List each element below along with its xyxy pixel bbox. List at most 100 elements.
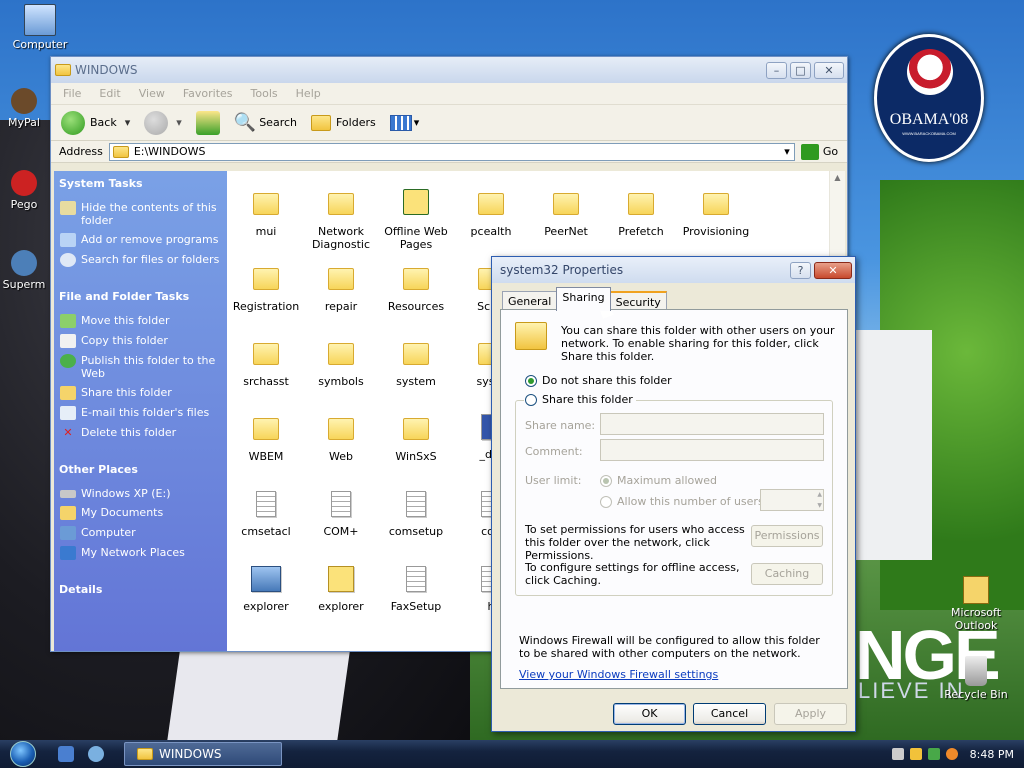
go-arrow-icon[interactable]	[800, 143, 819, 160]
user-count-spinner[interactable]: ▲ ▼	[760, 489, 824, 511]
menu-file[interactable]: File	[63, 87, 81, 100]
place-my-documents[interactable]: My Documents	[54, 503, 227, 523]
task-email-files[interactable]: E-mail this folder's files	[54, 403, 227, 423]
folders-button[interactable]: Folders	[311, 114, 376, 131]
scroll-up-icon[interactable]: ▲	[830, 173, 845, 182]
file-item[interactable]: FaxSetup	[379, 566, 453, 613]
forward-button[interactable]: ▾	[144, 110, 182, 135]
minimize-button[interactable]: –	[766, 61, 787, 79]
address-field[interactable]: E:\WINDOWS ▾	[108, 142, 795, 161]
share-name-field[interactable]	[600, 413, 824, 435]
folder-item[interactable]: Network Diagnostic	[304, 193, 378, 251]
task-move-folder[interactable]: Move this folder	[54, 311, 227, 331]
menu-view[interactable]: View	[139, 87, 165, 100]
tab-general[interactable]: General	[502, 291, 558, 311]
desktop-icon-recycle-bin[interactable]: Recycle Bin	[938, 656, 1014, 701]
comment-field[interactable]	[600, 439, 824, 461]
go-button[interactable]: Go	[823, 145, 838, 158]
ok-button[interactable]: OK	[613, 703, 686, 725]
folder-item[interactable]: Prefetch	[604, 193, 678, 238]
apply-button[interactable]: Apply	[774, 703, 847, 725]
desktop-icon-outlook[interactable]: Microsoft Outlook	[938, 576, 1014, 632]
folder-item[interactable]: srchasst	[229, 343, 303, 388]
task-hide-contents[interactable]: Hide the contents of this folder	[54, 198, 227, 230]
folder-item[interactable]: pcealth	[454, 193, 528, 238]
spin-down-icon[interactable]: ▼	[817, 502, 822, 509]
spin-up-icon[interactable]: ▲	[817, 491, 822, 498]
firewall-settings-link[interactable]: View your Windows Firewall settings	[519, 668, 718, 681]
menu-tools[interactable]: Tools	[251, 87, 278, 100]
dialog-close-button[interactable]: ✕	[814, 261, 852, 279]
task-search-files[interactable]: Search for files or folders	[54, 250, 227, 270]
tab-security[interactable]: Security	[609, 291, 667, 311]
desktop-icon-superm[interactable]: Superm	[0, 250, 54, 291]
folder-item[interactable]: Offline Web Pages	[379, 189, 453, 251]
browser-quicklaunch-icon[interactable]	[88, 746, 104, 762]
network-tray-icon[interactable]	[891, 748, 904, 760]
pane-title[interactable]: File and Folder Tasks	[54, 284, 227, 309]
folder-item[interactable]: mui	[229, 193, 303, 238]
do-not-share-radio[interactable]: Do not share this folder	[525, 374, 672, 387]
folder-item[interactable]: symbols	[304, 343, 378, 388]
file-item[interactable]: comsetup	[379, 491, 453, 538]
show-desktop-icon[interactable]	[58, 746, 74, 762]
folder-item[interactable]: Web	[304, 418, 378, 463]
start-button[interactable]	[10, 741, 36, 767]
place-network[interactable]: My Network Places	[54, 543, 227, 563]
task-delete-folder[interactable]: ✕ Delete this folder	[54, 423, 227, 443]
caching-button[interactable]: Caching	[751, 563, 823, 585]
folder-icon	[55, 64, 71, 76]
task-publish-web[interactable]: Publish this folder to the Web	[54, 351, 227, 383]
back-dropdown-icon[interactable]: ▾	[125, 116, 131, 129]
back-button[interactable]: Back ▾	[61, 110, 131, 135]
folder-item[interactable]: system	[379, 343, 453, 388]
file-item[interactable]: explorer	[304, 566, 378, 613]
security-shield-icon[interactable]	[909, 748, 922, 760]
folder-item[interactable]: repair	[304, 268, 378, 313]
clock[interactable]: 8:48 PM	[970, 748, 1014, 761]
pane-title[interactable]: Details	[54, 577, 227, 602]
cancel-button[interactable]: Cancel	[693, 703, 766, 725]
task-add-remove-programs[interactable]: Add or remove programs	[54, 230, 227, 250]
allow-number-radio[interactable]: Allow this number of users:	[600, 495, 767, 508]
explorer-titlebar[interactable]: WINDOWS – □ ✕	[51, 57, 847, 83]
desktop-icon-computer[interactable]: Computer	[2, 4, 78, 51]
up-button[interactable]	[195, 110, 220, 135]
folder-item[interactable]: WBEM	[229, 418, 303, 463]
forward-dropdown-icon[interactable]: ▾	[176, 116, 182, 129]
task-copy-folder[interactable]: Copy this folder	[54, 331, 227, 351]
search-button[interactable]: 🔍 Search	[234, 112, 297, 133]
task-share-folder[interactable]: Share this folder	[54, 383, 227, 403]
safely-remove-icon[interactable]	[927, 748, 940, 760]
pane-title[interactable]: System Tasks	[54, 171, 227, 196]
folder-item[interactable]: Provisioning	[679, 193, 753, 238]
menu-edit[interactable]: Edit	[99, 87, 120, 100]
permissions-button[interactable]: Permissions	[751, 525, 823, 547]
tab-sharing[interactable]: Sharing	[556, 287, 611, 311]
taskbar-button-windows[interactable]: WINDOWS	[124, 742, 282, 766]
pane-title[interactable]: Other Places	[54, 457, 227, 482]
place-computer[interactable]: Computer	[54, 523, 227, 543]
maximize-button[interactable]: □	[790, 61, 811, 79]
file-item[interactable]: COM+	[304, 491, 378, 538]
maximum-allowed-radio[interactable]: Maximum allowed	[600, 474, 717, 487]
folder-item[interactable]: Registration	[229, 268, 303, 313]
menu-favorites[interactable]: Favorites	[183, 87, 233, 100]
menu-help[interactable]: Help	[296, 87, 321, 100]
desktop-icon-mypal[interactable]: MyPal	[0, 88, 54, 129]
file-item[interactable]: explorer	[229, 566, 303, 613]
desktop-icon-pego[interactable]: Pego	[0, 170, 54, 211]
folder-item[interactable]: PeerNet	[529, 193, 603, 238]
share-folder-radio[interactable]: Share this folder	[524, 393, 636, 406]
help-button[interactable]: ?	[790, 261, 811, 279]
task-label: Search for files or folders	[81, 253, 220, 266]
place-windows-xp-drive[interactable]: Windows XP (E:)	[54, 484, 227, 503]
folder-item[interactable]: WinSxS	[379, 418, 453, 463]
folder-item[interactable]: Resources	[379, 268, 453, 313]
search-tray-icon[interactable]	[945, 748, 958, 760]
dialog-titlebar[interactable]: system32 Properties ? ✕	[492, 257, 855, 283]
file-item[interactable]: cmsetacl	[229, 491, 303, 538]
views-button[interactable]: ▾	[389, 114, 419, 131]
close-button[interactable]: ✕	[814, 61, 844, 79]
address-dropdown-icon[interactable]: ▾	[780, 145, 794, 158]
